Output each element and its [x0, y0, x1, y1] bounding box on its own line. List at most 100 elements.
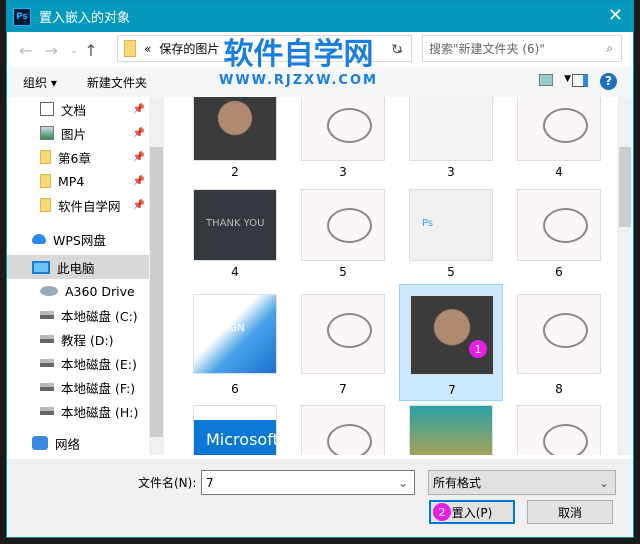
- document-icon: [40, 102, 54, 116]
- bottom-panel: 文件名(N): 7 ⌄ 所有格式 ⌄ 2 置入(P) 取消: [7, 459, 633, 537]
- file-item[interactable]: THANK YOU 4: [183, 187, 287, 287]
- thumbnail: [517, 405, 601, 455]
- file-item[interactable]: Microsoft: [183, 403, 287, 455]
- nav-item[interactable]: 此电脑: [7, 255, 149, 279]
- pin-icon[interactable]: 📌: [133, 128, 145, 139]
- nav-item[interactable]: MP4 📌: [7, 169, 149, 193]
- file-item[interactable]: 3: [399, 97, 503, 187]
- nav-item-label: 图片: [61, 126, 87, 142]
- file-item[interactable]: 7: [291, 284, 395, 401]
- recent-dropdown[interactable]: ⌄: [70, 45, 78, 56]
- thumbnail: [301, 97, 385, 161]
- preview-pane-icon[interactable]: [572, 74, 588, 87]
- path-segment[interactable]: 保存的图片: [159, 40, 219, 57]
- nav-scrollbar[interactable]: [149, 97, 164, 455]
- back-button[interactable]: ←: [19, 41, 32, 60]
- forward-button[interactable]: →: [44, 41, 57, 60]
- filename-label: 文件名(N):: [138, 476, 197, 490]
- nav-item[interactable]: 教程 (D:): [7, 327, 149, 351]
- filename-input[interactable]: 7 ⌄: [201, 470, 415, 495]
- step-badge: 2: [433, 503, 451, 521]
- nav-item[interactable]: 本地磁盘 (E:): [7, 351, 149, 375]
- drawing-lines: [543, 108, 588, 143]
- pin-icon[interactable]: 📌: [133, 200, 145, 211]
- drive-icon: [40, 359, 54, 367]
- address-row: ← → ⌄ ↑ « 保存的图片 ⌄ ↻ 搜索"新建文件夹 (6)" ⌕: [7, 33, 633, 67]
- pin-icon[interactable]: 📌: [133, 152, 145, 163]
- nav-scroll-thumb[interactable]: [150, 147, 163, 437]
- step-badge: 1: [469, 340, 487, 358]
- nav-item[interactable]: A360 Drive: [7, 279, 149, 303]
- nav-item-label: 软件自学网: [58, 198, 121, 214]
- nav-item[interactable]: WPS网盘: [7, 227, 149, 251]
- nav-item[interactable]: 文档 📌: [7, 97, 149, 121]
- filetype-select[interactable]: 所有格式 ⌄: [428, 470, 616, 495]
- new-folder-button[interactable]: 新建文件夹: [87, 74, 147, 91]
- nav-item[interactable]: 图片 📌: [7, 121, 149, 145]
- path-overflow[interactable]: «: [144, 42, 151, 56]
- thumbnail: DESIGN: [193, 294, 277, 374]
- nav-item[interactable]: 网络: [7, 431, 149, 455]
- address-bar[interactable]: « 保存的图片 ⌄: [117, 35, 412, 62]
- nav-item-label: WPS网盘: [53, 232, 106, 248]
- search-placeholder: 搜索"新建文件夹 (6)": [429, 42, 545, 56]
- drawing-lines: [543, 208, 588, 243]
- thumbnail: [517, 294, 601, 374]
- drawing-lines: [327, 313, 372, 348]
- nav-item-label: 本地磁盘 (H:): [61, 404, 139, 420]
- place-button[interactable]: 2 置入(P): [429, 500, 515, 524]
- thumbnail: [409, 405, 493, 455]
- file-item[interactable]: 5: [291, 187, 395, 287]
- drawing-lines: [327, 424, 372, 455]
- file-item[interactable]: 6: [507, 187, 611, 287]
- file-name: 4: [231, 265, 239, 279]
- nav-item[interactable]: 第6章 📌: [7, 145, 149, 169]
- organize-button[interactable]: 组织 ▾: [23, 74, 57, 91]
- toolbar: 组织 ▾ 新建文件夹 ▼ ?: [7, 67, 633, 97]
- pin-icon[interactable]: 📌: [133, 104, 145, 115]
- nav-item-label: MP4: [58, 173, 85, 189]
- pin-icon[interactable]: 📌: [133, 176, 145, 187]
- file-item[interactable]: 2: [183, 97, 287, 187]
- file-item[interactable]: 3: [291, 97, 395, 187]
- file-name: 4: [555, 165, 563, 179]
- file-item[interactable]: Ps 5: [399, 187, 503, 287]
- a360-icon: [40, 286, 58, 296]
- title-bar: Ps 置入嵌入的对象 ✕: [7, 1, 633, 32]
- help-icon[interactable]: ?: [600, 73, 617, 90]
- grid-scroll-thumb[interactable]: [619, 147, 631, 227]
- nav-item[interactable]: 本地磁盘 (C:): [7, 303, 149, 327]
- up-button[interactable]: ↑: [84, 41, 97, 60]
- thumbnail-text: DESIGN: [206, 323, 245, 334]
- file-item[interactable]: 8: [507, 284, 611, 401]
- nav-item[interactable]: 本地磁盘 (H:): [7, 399, 149, 423]
- file-item[interactable]: [507, 403, 611, 455]
- grid-scrollbar[interactable]: [617, 97, 633, 455]
- dialog-title: 置入嵌入的对象: [39, 11, 131, 26]
- nav-item[interactable]: 本地磁盘 (F:): [7, 375, 149, 399]
- nav-item-label: 网络: [55, 436, 81, 452]
- file-item[interactable]: 4: [507, 97, 611, 187]
- view-icon[interactable]: [539, 74, 553, 86]
- view-dropdown[interactable]: ▼: [564, 74, 571, 84]
- photoshop-icon: Ps: [13, 7, 31, 26]
- drive-icon: [40, 407, 54, 415]
- file-item[interactable]: DESIGN 6: [183, 284, 287, 401]
- nav-item-label: 文档: [61, 102, 87, 118]
- thumbnail: [409, 97, 493, 161]
- thumbnail-text: THANK YOU: [206, 218, 265, 229]
- file-name: 8: [555, 382, 563, 396]
- nav-item[interactable]: 软件自学网 📌: [7, 193, 149, 217]
- file-item[interactable]: [399, 403, 503, 455]
- refresh-button[interactable]: ↻: [391, 42, 403, 58]
- drive-icon: [40, 335, 54, 343]
- search-input[interactable]: 搜索"新建文件夹 (6)" ⌕: [422, 35, 622, 62]
- file-name: 7: [339, 382, 347, 396]
- close-button[interactable]: ✕: [608, 5, 623, 26]
- chevron-down-icon[interactable]: ⌄: [398, 476, 408, 490]
- picture-icon: [40, 126, 54, 140]
- cancel-button[interactable]: 取消: [527, 500, 613, 524]
- thumbnail: [301, 189, 385, 261]
- file-item[interactable]: 17: [399, 284, 503, 401]
- file-item[interactable]: [291, 403, 395, 455]
